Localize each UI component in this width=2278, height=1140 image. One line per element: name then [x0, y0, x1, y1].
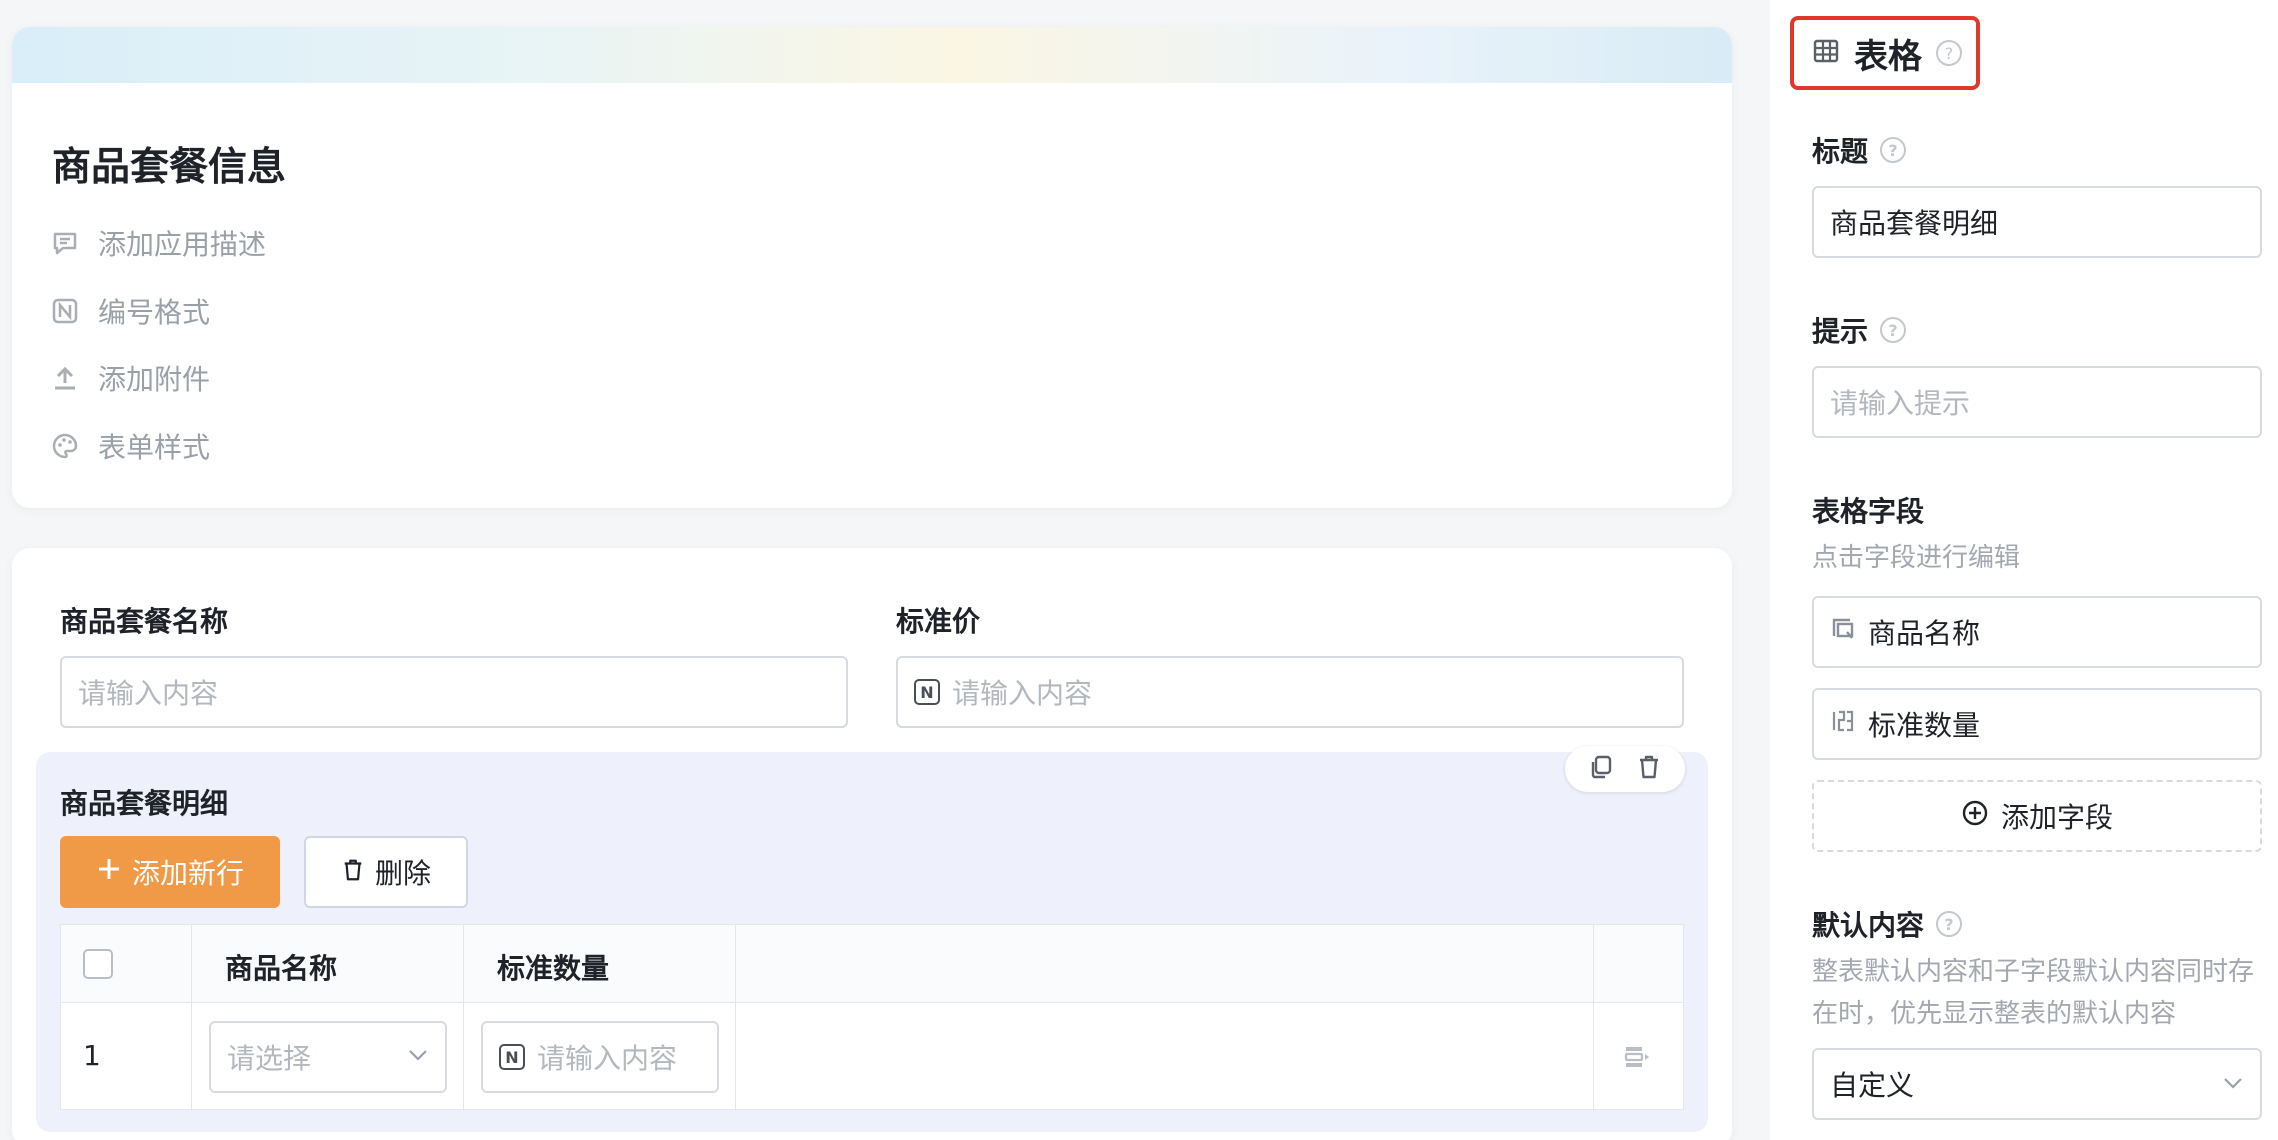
- delete-button[interactable]: 删除: [304, 836, 468, 908]
- add-row-label: 添加新行: [131, 857, 244, 890]
- hint-placeholder: 请输入提示: [1830, 387, 1971, 420]
- option-label: 添加应用描述: [98, 228, 267, 261]
- product-name-select[interactable]: 请选择: [209, 1021, 447, 1093]
- panel-header: 表格 ?: [1790, 16, 1980, 90]
- plus-circle-icon: [1961, 799, 1989, 834]
- default-content-label: 默认内容 ?: [1812, 904, 1963, 944]
- table-fields-subtitle: 点击字段进行编辑: [1812, 543, 2021, 573]
- field-item-label: 标准数量: [1868, 709, 1981, 742]
- default-content-select[interactable]: 自定义: [1812, 1048, 2262, 1120]
- number-format-option[interactable]: 编号格式: [52, 291, 210, 331]
- trash-icon[interactable]: [1636, 754, 1662, 784]
- label-text: 表格字段: [1812, 495, 1925, 528]
- table-fields-label: 表格字段: [1812, 490, 1924, 530]
- option-label: 添加附件: [98, 363, 211, 396]
- subform-toolbar: [1565, 746, 1685, 792]
- number-icon: N: [499, 1044, 525, 1070]
- help-icon[interactable]: ?: [1880, 137, 1907, 163]
- panel-title: 表格: [1854, 36, 1922, 77]
- copy-icon[interactable]: [1588, 754, 1614, 784]
- form-title[interactable]: 商品套餐信息: [52, 136, 286, 192]
- palette-icon: [52, 433, 78, 459]
- chevron-down-icon: [2222, 1068, 2244, 1101]
- help-icon[interactable]: ?: [1880, 317, 1907, 343]
- default-content-desc-line1: 整表默认内容和子字段默认内容同时存: [1812, 957, 2255, 987]
- column-header: 商品名称: [225, 952, 338, 985]
- option-label: 编号格式: [98, 296, 211, 329]
- title-input[interactable]: 商品套餐明细: [1812, 186, 2262, 258]
- field-item-label: 商品名称: [1868, 617, 1981, 650]
- input-placeholder: 请输入内容: [78, 677, 219, 710]
- standard-price-input[interactable]: N 请输入内容: [896, 656, 1684, 728]
- number-format-icon: [52, 298, 78, 324]
- default-value: 自定义: [1830, 1069, 1915, 1102]
- label-text: 提示: [1812, 315, 1869, 348]
- form-style-option[interactable]: 表单样式: [52, 426, 210, 466]
- add-row-button[interactable]: 添加新行: [60, 836, 280, 908]
- field-item-product-name[interactable]: 商品名称: [1812, 596, 2262, 668]
- trash-icon: [341, 856, 365, 889]
- card-banner: [12, 27, 1732, 83]
- select-all-checkbox[interactable]: [83, 949, 113, 979]
- help-icon[interactable]: ?: [1936, 40, 1962, 66]
- subform-title: 商品套餐明细: [60, 787, 229, 820]
- chevron-down-icon: [407, 1044, 429, 1070]
- subform-table: 商品名称 标准数量 1 请选择 N 请输入内容: [60, 924, 1684, 1111]
- table-icon: [1812, 37, 1840, 69]
- help-icon[interactable]: ?: [1936, 911, 1963, 937]
- number-field-icon: [1830, 708, 1856, 741]
- option-label: 表单样式: [98, 431, 211, 464]
- standard-qty-input[interactable]: N 请输入内容: [481, 1021, 719, 1093]
- title-value: 商品套餐明细: [1830, 207, 1999, 240]
- add-field-button[interactable]: 添加字段: [1812, 780, 2262, 852]
- label-text: 标题: [1812, 135, 1869, 168]
- delete-label: 删除: [374, 857, 431, 890]
- add-description-option[interactable]: 添加应用描述: [52, 223, 266, 263]
- row-detail-icon[interactable]: [1623, 1043, 1651, 1075]
- upload-icon: [52, 365, 78, 391]
- default-content-desc-line2: 在时，优先显示整表的默认内容: [1812, 999, 2177, 1029]
- input-placeholder: 请输入内容: [537, 1042, 678, 1075]
- comment-icon: [52, 230, 78, 256]
- field-label-standard-price: 标准价: [896, 605, 981, 638]
- number-icon: N: [914, 679, 940, 705]
- hint-input[interactable]: 请输入提示: [1812, 366, 2262, 438]
- title-label: 标题 ?: [1812, 130, 1907, 170]
- field-label-package-name: 商品套餐名称: [60, 605, 229, 638]
- hint-label: 提示 ?: [1812, 310, 1907, 350]
- label-text: 默认内容: [1812, 909, 1925, 942]
- column-header: 标准数量: [497, 952, 610, 985]
- add-field-label: 添加字段: [2000, 801, 2113, 834]
- plus-icon: [96, 856, 122, 889]
- package-name-input[interactable]: 请输入内容: [60, 656, 848, 728]
- select-placeholder: 请选择: [227, 1042, 312, 1075]
- input-placeholder: 请输入内容: [952, 677, 1093, 710]
- field-item-standard-qty[interactable]: 标准数量: [1812, 688, 2262, 760]
- row-index: 1: [83, 1039, 101, 1072]
- form-info-card: [12, 27, 1732, 508]
- add-attachment-option[interactable]: 添加附件: [52, 358, 210, 398]
- select-field-icon: [1830, 616, 1856, 649]
